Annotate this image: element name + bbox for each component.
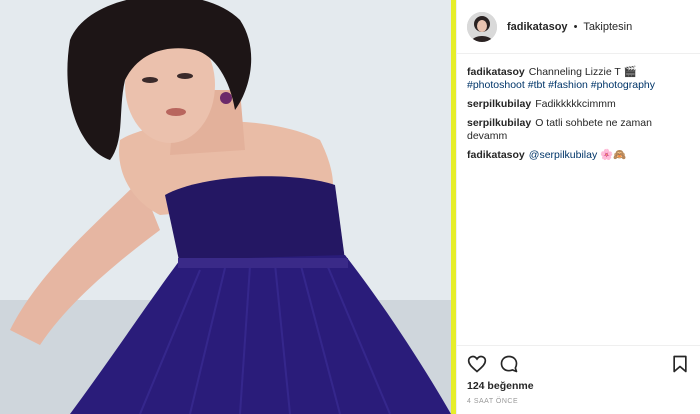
comment-username[interactable]: serpilkubilay — [467, 117, 531, 129]
instagram-post: fadikatasoy • Takiptesin fadikatasoy Chan… — [0, 0, 700, 414]
hashtag-link[interactable]: #fashion — [548, 79, 588, 91]
hashtag-link[interactable]: #tbt — [528, 79, 546, 91]
comment-item: serpilkubilay Fadikkkkkcimmm — [467, 98, 690, 111]
heart-icon[interactable] — [467, 354, 487, 374]
caption-text: Channeling Lizzie T — [528, 66, 621, 78]
comment-username[interactable]: fadikatasoy — [467, 149, 525, 161]
post-side-panel: fadikatasoy • Takiptesin fadikatasoy Chan… — [456, 0, 700, 414]
comment-emoji: 🌸🙈 — [600, 149, 627, 161]
action-icons — [467, 354, 690, 374]
avatar-image — [467, 11, 497, 42]
like-count[interactable]: 124 beğenme — [467, 380, 690, 392]
comment-mention[interactable]: @serpilkubilay — [529, 149, 597, 161]
header-separator: • — [573, 20, 578, 33]
comment-text: Fadikkkkkcimmm — [535, 98, 616, 110]
post-photo[interactable] — [0, 0, 451, 414]
hashtag-link[interactable]: #photoshoot — [467, 79, 525, 91]
comment-item: serpilkubilay O tatli sohbete ne zaman de… — [467, 117, 690, 143]
comments-list: fadikatasoy Channeling Lizzie T 🎬 #photos… — [457, 54, 700, 162]
comment-username[interactable]: serpilkubilay — [467, 98, 531, 110]
caption-username[interactable]: fadikatasoy — [467, 66, 525, 78]
comment-bubble-icon[interactable] — [499, 354, 519, 374]
caption: fadikatasoy Channeling Lizzie T 🎬 #photos… — [467, 66, 690, 92]
hashtag-link[interactable]: #photography — [591, 79, 655, 91]
post-actions: 124 beğenme 4 SAAT ÖNCE — [457, 345, 700, 414]
photo-illustration — [0, 0, 451, 414]
post-header: fadikatasoy • Takiptesin — [457, 0, 700, 54]
header-text: fadikatasoy • Takiptesin — [507, 21, 632, 33]
avatar[interactable] — [467, 11, 497, 42]
comment-item: fadikatasoy @serpilkubilay 🌸🙈 — [467, 149, 690, 162]
header-username[interactable]: fadikatasoy — [507, 21, 568, 33]
caption-emoji: 🎬 — [623, 66, 637, 78]
bookmark-icon[interactable] — [670, 354, 690, 374]
post-timestamp[interactable]: 4 SAAT ÖNCE — [467, 398, 690, 405]
follow-status[interactable]: Takiptesin — [583, 21, 632, 33]
